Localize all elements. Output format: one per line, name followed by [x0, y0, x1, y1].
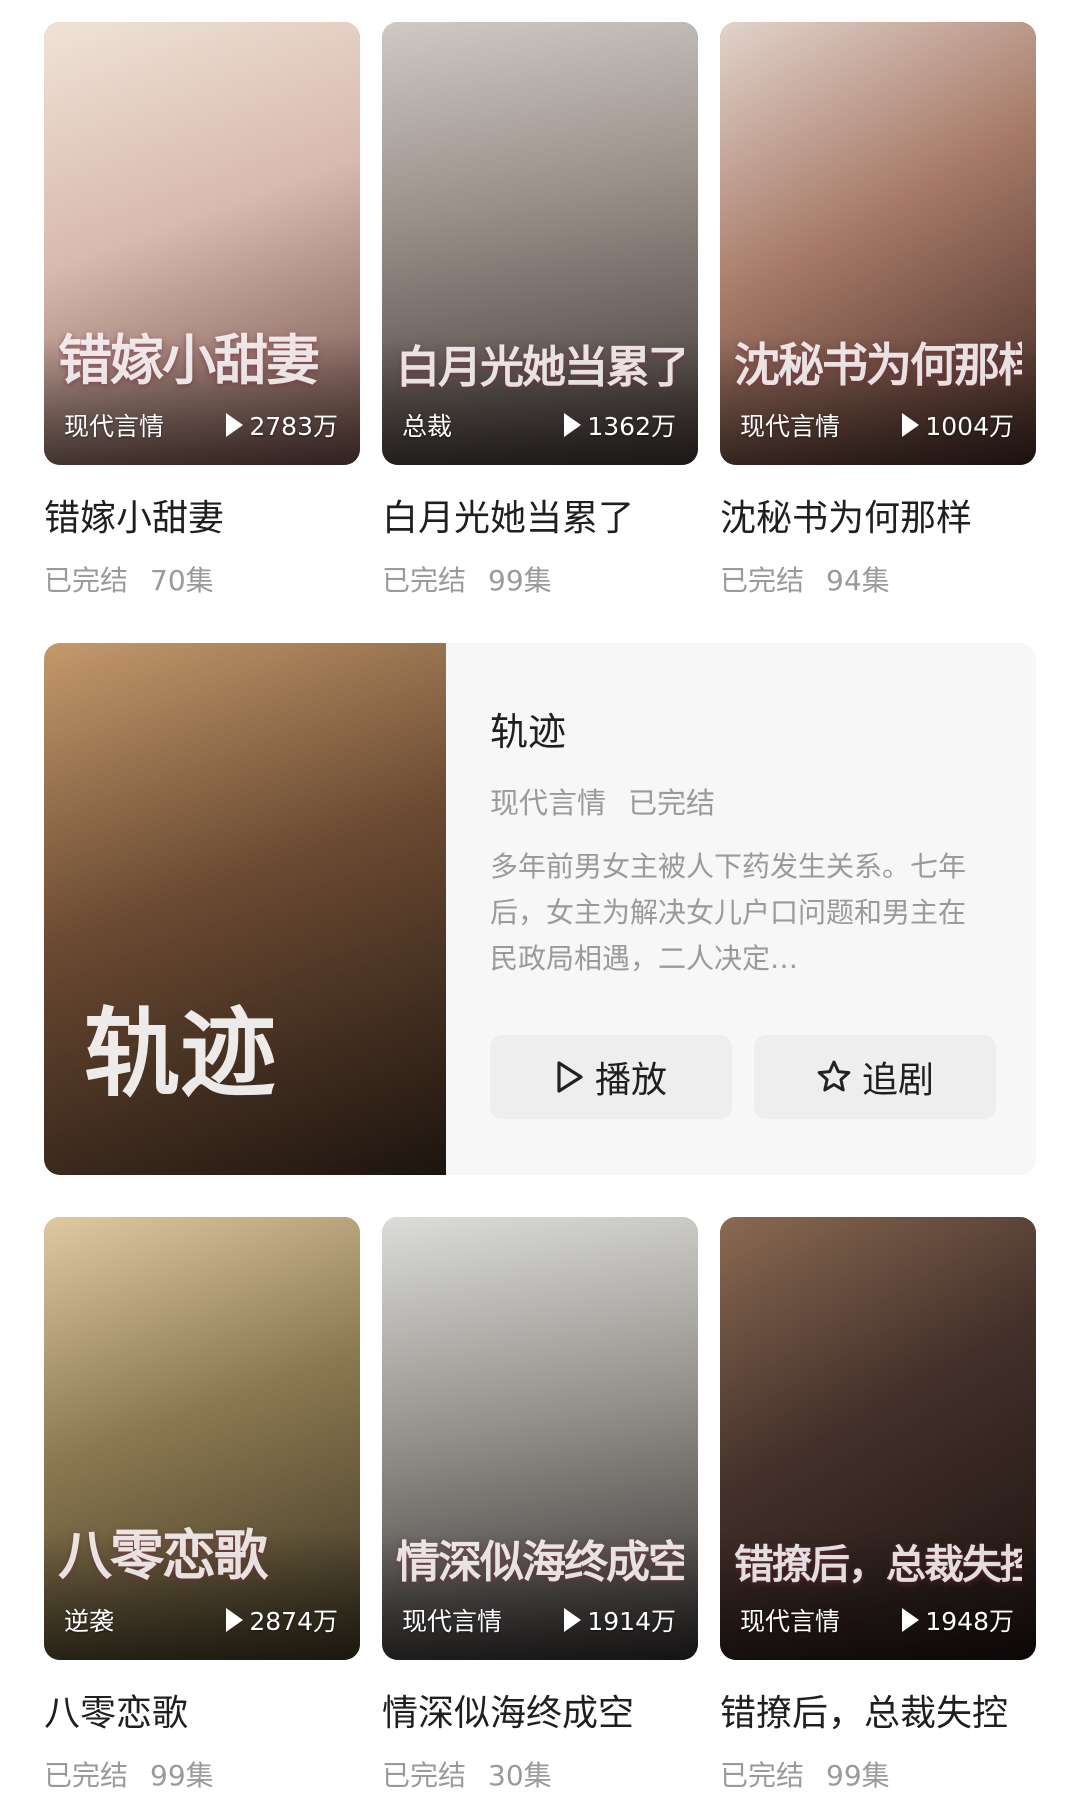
- play-icon: [226, 1608, 244, 1632]
- poster-title-art: 沈秘书为何那样: [734, 338, 1022, 392]
- drama-card[interactable]: 八零恋歌 逆袭 2874万 八零恋歌 已完结 99集: [44, 1217, 360, 1817]
- poster-title-art: 白月光她当累了: [396, 342, 684, 393]
- drama-grid-row-2: 八零恋歌 逆袭 2874万 八零恋歌 已完结 99集 情深似海终成空 现代言情 1…: [44, 1217, 1036, 1817]
- play-icon: [564, 1608, 582, 1632]
- genre-tag: 逆袭: [64, 1607, 115, 1636]
- featured-title[interactable]: 轨迹: [490, 701, 990, 756]
- play-count: 2874万: [226, 1602, 338, 1638]
- genre-tag: 总裁: [402, 412, 453, 441]
- drama-grid-row-1: 错嫁小甜妻 现代言情 2783万 错嫁小甜妻 已完结 70集 白月光她当累了 总裁…: [44, 22, 1036, 622]
- featured-actions: 播放 追剧: [490, 1035, 996, 1119]
- drama-poster[interactable]: 沈秘书为何那样 现代言情 1004万: [720, 22, 1036, 465]
- featured-tags: 现代言情 已完结: [490, 786, 716, 820]
- star-outline-icon: [817, 1060, 851, 1092]
- drama-card[interactable]: 错撩后，总裁失控 现代言情 1948万 错撩后，总裁失控 已完结 99集: [720, 1217, 1036, 1817]
- play-count: 1948万: [902, 1602, 1014, 1638]
- drama-card[interactable]: 错嫁小甜妻 现代言情 2783万 错嫁小甜妻 已完结 70集: [44, 22, 360, 622]
- drama-card[interactable]: 沈秘书为何那样 现代言情 1004万 沈秘书为何那样 已完结 94集: [720, 22, 1036, 622]
- poster-title-art: 八零恋歌: [58, 1523, 268, 1587]
- play-icon: [564, 413, 582, 437]
- poster-title-art: 情深似海终成空: [396, 1537, 684, 1588]
- follow-button[interactable]: 追剧: [754, 1035, 996, 1119]
- drama-title[interactable]: 沈秘书为何那样: [720, 489, 1036, 541]
- genre-tag: 现代言情: [740, 1607, 841, 1636]
- drama-poster[interactable]: 错撩后，总裁失控 现代言情 1948万: [720, 1217, 1036, 1660]
- featured-drama-card[interactable]: 轨迹 轨迹 现代言情 已完结 多年前男女主被人下药发生关系。七年后，女主为解决女儿…: [44, 643, 1036, 1175]
- drama-meta: 已完结 99集: [720, 1759, 890, 1792]
- genre-tag: 现代言情: [64, 412, 165, 441]
- drama-meta: 已完结 99集: [44, 1759, 214, 1792]
- drama-card[interactable]: 情深似海终成空 现代言情 1914万 情深似海终成空 已完结 30集: [382, 1217, 698, 1817]
- play-icon: [902, 413, 920, 437]
- play-icon: [226, 413, 244, 437]
- drama-title[interactable]: 白月光她当累了: [382, 489, 698, 541]
- drama-poster[interactable]: 白月光她当累了 总裁 1362万: [382, 22, 698, 465]
- drama-title[interactable]: 错撩后，总裁失控: [720, 1684, 1036, 1736]
- drama-meta: 已完结 70集: [44, 564, 214, 597]
- poster-title-art: 轨迹: [84, 997, 276, 1110]
- play-icon: [902, 1608, 920, 1632]
- featured-description: 多年前男女主被人下药发生关系。七年后，女主为解决女儿户口问题和男主在民政局相遇，…: [490, 850, 967, 975]
- play-count: 1914万: [564, 1602, 676, 1638]
- poster-title-art: 错嫁小甜妻: [58, 328, 320, 392]
- drama-meta: 已完结 99集: [382, 564, 552, 597]
- play-button[interactable]: 播放: [490, 1035, 732, 1119]
- play-count: 1004万: [902, 407, 1014, 443]
- drama-title[interactable]: 八零恋歌: [44, 1684, 360, 1736]
- drama-card[interactable]: 白月光她当累了 总裁 1362万 白月光她当累了 已完结 99集: [382, 22, 698, 622]
- drama-title[interactable]: 错嫁小甜妻: [44, 489, 360, 541]
- play-count: 1362万: [564, 407, 676, 443]
- drama-title[interactable]: 情深似海终成空: [382, 1684, 698, 1736]
- genre-tag: 现代言情: [740, 412, 841, 441]
- drama-poster[interactable]: 错嫁小甜妻 现代言情 2783万: [44, 22, 360, 465]
- play-count: 2783万: [226, 407, 338, 443]
- featured-poster[interactable]: 轨迹: [44, 643, 446, 1175]
- poster-title-art: 错撩后，总裁失控: [734, 1541, 1022, 1588]
- drama-meta: 已完结 94集: [720, 564, 890, 597]
- drama-meta: 已完结 30集: [382, 1759, 552, 1792]
- genre-tag: 现代言情: [402, 1607, 503, 1636]
- featured-info: 轨迹 现代言情 已完结 多年前男女主被人下药发生关系。七年后，女主为解决女儿户口问…: [490, 701, 990, 982]
- drama-poster[interactable]: 情深似海终成空 现代言情 1914万: [382, 1217, 698, 1660]
- drama-poster[interactable]: 八零恋歌 逆袭 2874万: [44, 1217, 360, 1660]
- play-outline-icon: [557, 1061, 583, 1093]
